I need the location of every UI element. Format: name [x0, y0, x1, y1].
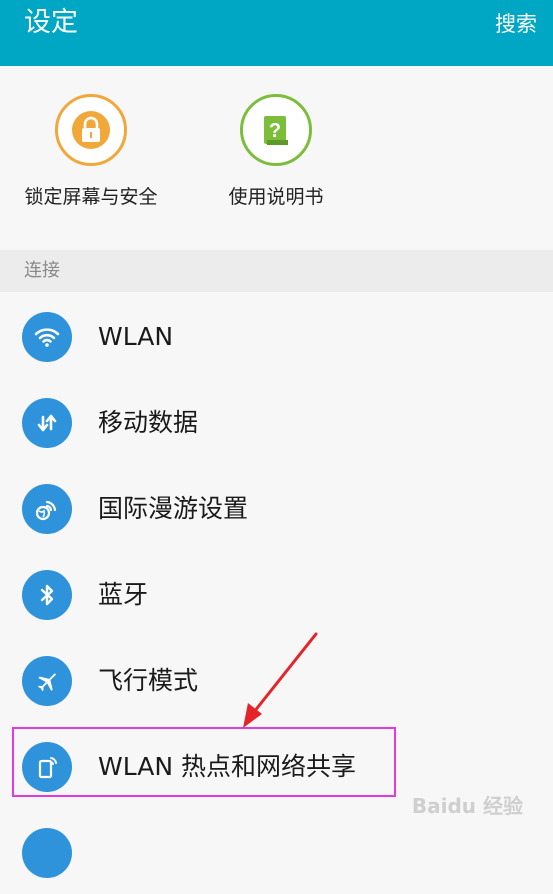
red-arrow-annotation — [243, 632, 318, 728]
watermark-logo: Baidu 经验 — [411, 794, 523, 818]
